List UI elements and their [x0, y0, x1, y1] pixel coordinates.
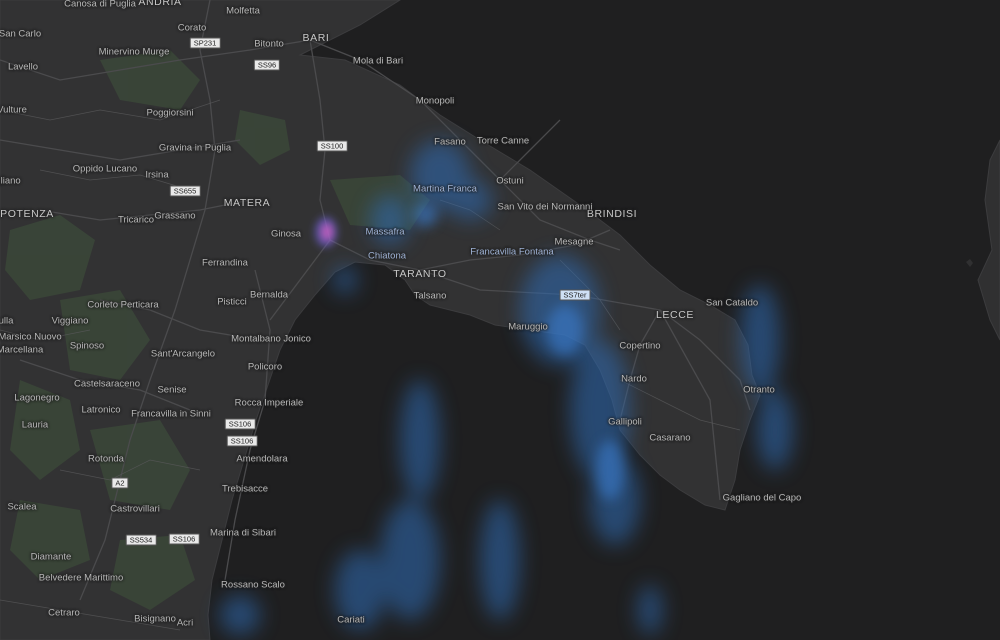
town-label-rossano-scalo: Rossano Scalo [221, 579, 285, 591]
city-label-potenza: POTENZA [0, 208, 54, 220]
road-shield-ss100: SS100 [316, 140, 348, 152]
town-label-ginosa: Ginosa [270, 228, 302, 240]
town-label-tricarico: Tricarico [117, 214, 155, 226]
town-label-copertino: Copertino [619, 340, 661, 352]
town-label-acri: Acri [176, 617, 194, 629]
road-shield-a2: A2 [111, 477, 129, 489]
town-label-policoro: Policoro [247, 361, 283, 373]
town-label-trebisacce: Trebisacce [221, 483, 269, 495]
town-label-gliano: gliano [0, 175, 21, 187]
town-label-martina-franca: Martina Franca [413, 183, 477, 195]
town-label-mola-di-bari: Mola di Bari [352, 55, 404, 67]
city-label-brindisi: BRINDISI [586, 208, 638, 220]
town-label-diamante: Diamante [30, 551, 72, 563]
town-label-castelsaraceno: Castelsaraceno [73, 378, 141, 390]
town-label-belvedere-marittimo: Belvedere Marittimo [38, 572, 124, 584]
road-shield-ss96: SS96 [253, 59, 281, 71]
map-view[interactable]: BARI MATERA POTENZA TARANTO BRINDISI LECCE AND… [0, 0, 1000, 640]
town-label-ferrandina: Ferrandina [202, 257, 248, 269]
road-shield-ss106: SS106 [226, 435, 258, 447]
town-label-ulla: ulla [0, 315, 14, 327]
road-shield-ss655: SS655 [169, 185, 201, 197]
road-shield-ss534: SS534 [125, 534, 157, 546]
town-label-gravina-in-puglia: Gravina in Puglia [158, 142, 232, 154]
town-label-oppido-lucano: Oppido Lucano [72, 163, 138, 175]
town-label-marsico-nuovo: Marsico Nuovo [0, 331, 62, 343]
town-label-latronico: Latronico [81, 404, 121, 416]
town-label-lauria: Lauria [21, 419, 49, 431]
town-label-rotonda: Rotonda [88, 453, 124, 465]
city-label-bari: BARI [302, 32, 330, 44]
town-label-viggiano: Viggiano [51, 315, 89, 327]
town-label-francavilla-fontana: Francavilla Fontana [470, 246, 554, 258]
town-label-torre-canne: Torre Canne [476, 135, 530, 147]
town-label-corleto-perticara: Corleto Perticara [87, 299, 159, 311]
town-label-chiatona: Chiatona [367, 250, 407, 262]
town-label-san-vito-dei-normanni: San Vito dei Normanni [497, 201, 593, 213]
town-label-lavello: Lavello [7, 61, 39, 73]
town-label-otranto: Otranto [743, 384, 775, 396]
town-label-cetraro: Cetraro [48, 607, 80, 619]
road-shield-ss106: SS106 [168, 533, 200, 545]
town-label-molfetta: Molfetta [226, 5, 260, 17]
city-label-andria: ANDRIA [138, 0, 182, 8]
town-label-minervino-murge: Minervino Murge [98, 46, 170, 58]
town-label-sant-arcangelo: Sant'Arcangelo [150, 348, 216, 360]
town-label-maruggio: Maruggio [508, 321, 548, 333]
town-label-bisignano: Bisignano [134, 613, 176, 625]
city-label-lecce: LECCE [655, 309, 695, 321]
town-label-spinoso: Spinoso [69, 340, 105, 352]
town-label-bitonto: Bitonto [254, 38, 284, 50]
road-shield-ss7ter: SS7ter [559, 289, 591, 301]
city-label-taranto: TARANTO [393, 268, 447, 280]
town-label-vulture: Vulture [0, 104, 27, 116]
town-label-nardo: Nardo [621, 373, 647, 385]
town-label-castrovillari: Castrovillari [110, 503, 160, 515]
town-label-talsano: Talsano [413, 290, 447, 302]
road-shield-ss106: SS106 [224, 418, 256, 430]
town-label-marina-di-sibari: Marina di Sibari [210, 527, 276, 539]
town-label-canosa-di-puglia: Canosa di Puglia [64, 0, 136, 10]
town-label-gallipoli: Gallipoli [608, 416, 642, 428]
town-label-monopoli: Monopoli [415, 95, 455, 107]
town-label-san-carlo: San Carlo [0, 28, 42, 40]
town-label-irsina: Irsina [145, 169, 169, 181]
town-label-fasano: Fasano [434, 136, 466, 148]
town-label-lagonegro: Lagonegro [14, 392, 60, 404]
town-label-rocca-imperiale: Rocca Imperiale [234, 397, 304, 409]
town-label-massafra: Massafra [365, 226, 405, 238]
town-label-gagliano-del-capo: Gagliano del Capo [722, 492, 802, 504]
town-label-mesagne: Mesagne [554, 236, 594, 248]
town-label-ostuni: Ostuni [496, 175, 524, 187]
town-label-marcellana: Marcellana [0, 344, 44, 356]
town-label-amendolara: Amendolara [236, 453, 288, 465]
town-label-bernalda: Bernalda [249, 289, 289, 301]
town-label-scalea: Scalea [7, 501, 37, 513]
town-label-pisticci: Pisticci [217, 296, 247, 308]
town-label-senise: Senise [157, 384, 187, 396]
town-label-poggiorsini: Poggiorsini [146, 107, 194, 119]
town-label-cariati: Cariati [337, 614, 365, 626]
town-label-montalbano-jonico: Montalbano Jonico [231, 333, 311, 345]
town-label-grassano: Grassano [154, 210, 196, 222]
town-label-corato: Corato [177, 22, 207, 34]
town-label-francavilla-in-sinni: Francavilla in Sinni [131, 408, 211, 420]
town-label-casarano: Casarano [649, 432, 691, 444]
city-label-matera: MATERA [223, 197, 271, 209]
road-shield-sp231: SP231 [189, 37, 221, 49]
town-label-san-cataldo: San Cataldo [705, 297, 759, 309]
